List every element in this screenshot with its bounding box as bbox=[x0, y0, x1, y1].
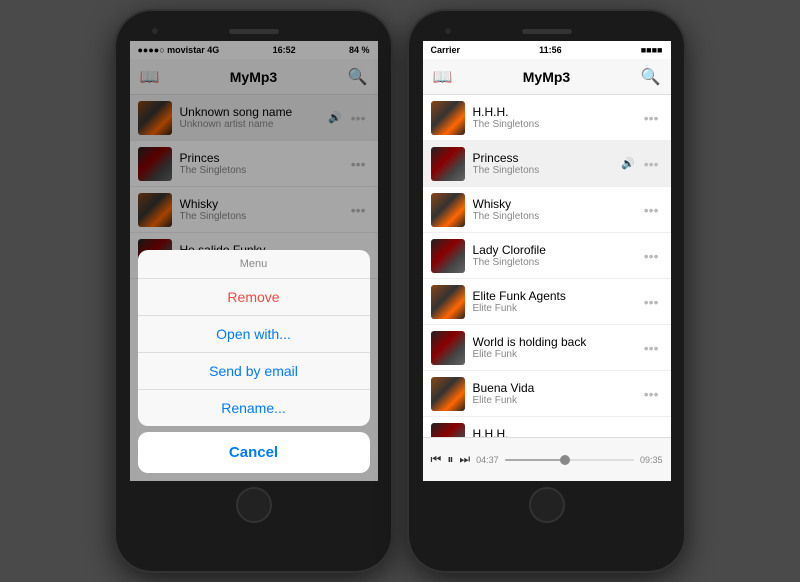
right-song-artist-7: Elite Funk bbox=[473, 395, 640, 406]
right-song-name-6: World is holding back bbox=[473, 335, 640, 349]
right-song-info-5: Elite Funk Agents Elite Funk bbox=[473, 289, 640, 314]
rewind-button[interactable]: ⏮ bbox=[431, 452, 442, 467]
right-song-info-2: Princess The Singletons bbox=[473, 151, 622, 176]
right-song-info-3: Whisky The Singletons bbox=[473, 197, 640, 222]
action-sheet: Menu Remove Open with... Send by email R… bbox=[138, 250, 370, 426]
left-home-button[interactable] bbox=[236, 487, 272, 523]
right-song-info-4: Lady Clorofile The Singletons bbox=[473, 243, 640, 268]
pause-button[interactable]: ⏸ bbox=[447, 452, 453, 467]
right-search-icon[interactable]: 🔍 bbox=[641, 67, 661, 87]
right-song-info-7: Buena Vida Elite Funk bbox=[473, 381, 640, 406]
right-more-btn-6[interactable]: ••• bbox=[640, 338, 663, 358]
right-screen: Carrier 11:56 ■■■■ 📖 MyMp3 🔍 H.H.H. The … bbox=[423, 41, 671, 481]
open-with-button[interactable]: Open with... bbox=[138, 316, 370, 353]
right-more-btn-5[interactable]: ••• bbox=[640, 292, 663, 312]
right-song-item-2[interactable]: Princess The Singletons 🔊 ••• bbox=[423, 141, 671, 187]
progress-fill bbox=[505, 459, 566, 461]
left-phone: ●●●●○ movistar 4G 16:52 84 % 📖 MyMp3 🔍 U… bbox=[116, 11, 391, 571]
right-carrier: Carrier bbox=[431, 45, 461, 55]
rename-button[interactable]: Rename... bbox=[138, 390, 370, 426]
right-song-item-3[interactable]: Whisky The Singletons ••• bbox=[423, 187, 671, 233]
right-song-artist-4: The Singletons bbox=[473, 257, 640, 268]
right-song-artist-6: Elite Funk bbox=[473, 349, 640, 360]
right-status-bar: Carrier 11:56 ■■■■ bbox=[423, 41, 671, 59]
right-speaker-icon-2: 🔊 bbox=[621, 157, 635, 170]
right-song-name-2: Princess bbox=[473, 151, 622, 165]
right-song-actions-2: 🔊 ••• bbox=[621, 154, 662, 174]
right-song-artist-2: The Singletons bbox=[473, 165, 622, 176]
left-speaker bbox=[229, 29, 279, 34]
action-sheet-title: Menu bbox=[138, 250, 370, 279]
progress-bar[interactable] bbox=[505, 459, 634, 461]
modal-overlay: Menu Remove Open with... Send by email R… bbox=[130, 41, 378, 481]
right-song-artist-1: The Singletons bbox=[473, 119, 640, 130]
send-email-button[interactable]: Send by email bbox=[138, 353, 370, 390]
right-home-button[interactable] bbox=[529, 487, 565, 523]
right-more-btn-2[interactable]: ••• bbox=[640, 154, 663, 174]
right-book-icon[interactable]: 📖 bbox=[433, 67, 453, 87]
right-song-name-1: H.H.H. bbox=[473, 105, 640, 119]
right-song-artist-3: The Singletons bbox=[473, 211, 640, 222]
left-phone-top-bar bbox=[122, 21, 385, 41]
right-song-info-6: World is holding back Elite Funk bbox=[473, 335, 640, 360]
cancel-button[interactable]: Cancel bbox=[138, 432, 370, 473]
right-time: 11:56 bbox=[539, 45, 562, 55]
right-battery: ■■■■ bbox=[641, 45, 663, 55]
right-nav-bar: 📖 MyMp3 🔍 bbox=[423, 59, 671, 95]
right-nav-title: MyMp3 bbox=[523, 69, 570, 85]
right-phone-top-bar bbox=[415, 21, 678, 41]
remove-button[interactable]: Remove bbox=[138, 279, 370, 316]
right-speaker bbox=[522, 29, 572, 34]
forward-button[interactable]: ⏭ bbox=[459, 452, 470, 467]
right-song-name-3: Whisky bbox=[473, 197, 640, 211]
right-song-item-6[interactable]: World is holding back Elite Funk ••• bbox=[423, 325, 671, 371]
right-song-name-7: Buena Vida bbox=[473, 381, 640, 395]
player-bar: ⏮ ⏸ ⏭ 04:37 09:35 bbox=[423, 437, 671, 481]
left-camera bbox=[152, 28, 158, 34]
right-song-item-4[interactable]: Lady Clorofile The Singletons ••• bbox=[423, 233, 671, 279]
right-song-info-1: H.H.H. The Singletons bbox=[473, 105, 640, 130]
right-thumb-1 bbox=[431, 101, 465, 135]
right-more-btn-1[interactable]: ••• bbox=[640, 108, 663, 128]
right-song-name-4: Lady Clorofile bbox=[473, 243, 640, 257]
right-phone: Carrier 11:56 ■■■■ 📖 MyMp3 🔍 H.H.H. The … bbox=[409, 11, 684, 571]
right-thumb-2 bbox=[431, 147, 465, 181]
right-more-btn-3[interactable]: ••• bbox=[640, 200, 663, 220]
right-song-artist-5: Elite Funk bbox=[473, 303, 640, 314]
right-thumb-5 bbox=[431, 285, 465, 319]
right-more-btn-4[interactable]: ••• bbox=[640, 246, 663, 266]
right-camera bbox=[445, 28, 451, 34]
total-time: 09:35 bbox=[640, 455, 663, 465]
right-song-name-5: Elite Funk Agents bbox=[473, 289, 640, 303]
right-song-item-5[interactable]: Elite Funk Agents Elite Funk ••• bbox=[423, 279, 671, 325]
right-thumb-6 bbox=[431, 331, 465, 365]
right-song-list: H.H.H. The Singletons ••• Princess The S… bbox=[423, 95, 671, 473]
left-screen: ●●●●○ movistar 4G 16:52 84 % 📖 MyMp3 🔍 U… bbox=[130, 41, 378, 481]
right-song-item-7[interactable]: Buena Vida Elite Funk ••• bbox=[423, 371, 671, 417]
right-song-item-1[interactable]: H.H.H. The Singletons ••• bbox=[423, 95, 671, 141]
right-thumb-7 bbox=[431, 377, 465, 411]
progress-thumb bbox=[560, 455, 570, 465]
right-more-btn-7[interactable]: ••• bbox=[640, 384, 663, 404]
current-time: 04:37 bbox=[476, 455, 499, 465]
right-thumb-3 bbox=[431, 193, 465, 227]
right-thumb-4 bbox=[431, 239, 465, 273]
